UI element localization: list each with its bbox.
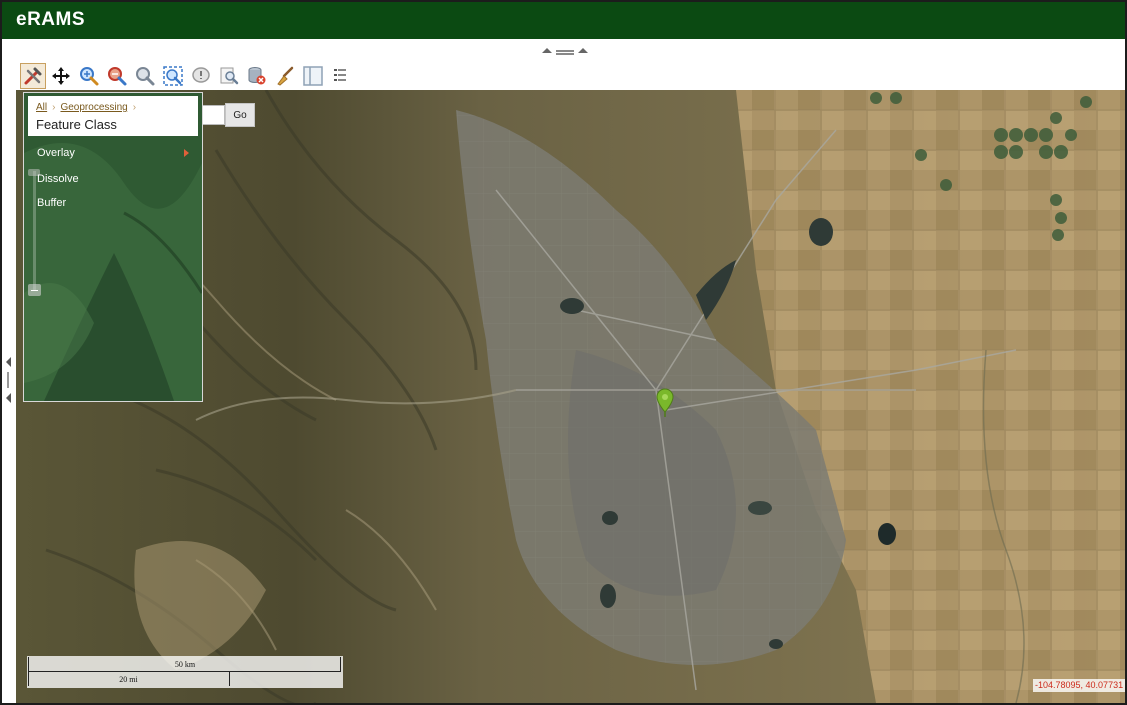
clear-database-icon	[248, 67, 266, 85]
zoom-out-icon	[108, 67, 127, 86]
identify-icon	[192, 67, 210, 83]
zoom-in-button[interactable]	[76, 63, 102, 89]
menu-item-overlay[interactable]: Overlay	[37, 147, 75, 159]
zoom-slider-track[interactable]	[33, 171, 36, 291]
panel-background-image	[24, 93, 202, 401]
app-window: eRAMS Go All › Geoprocessing › Feature C…	[0, 0, 1127, 705]
tools-icon	[24, 67, 42, 85]
app-header: eRAMS	[2, 2, 1125, 39]
scale-mi-label: 20 mi	[119, 675, 138, 684]
geoprocessing-panel: All › Geoprocessing › Feature Class Overlay…	[23, 92, 203, 402]
app-title: eRAMS	[16, 9, 86, 30]
panel-title: Feature Class	[36, 117, 117, 132]
zoom-previous-icon	[136, 67, 155, 86]
search-input[interactable]	[200, 105, 225, 125]
search-layer-button[interactable]	[216, 63, 242, 89]
breadcrumb-separator-icon: ›	[132, 102, 137, 113]
pan-icon	[52, 67, 70, 85]
collapse-up-icon	[578, 48, 588, 53]
breadcrumb-all-link[interactable]: All	[36, 102, 47, 113]
zoom-in-icon	[80, 67, 99, 86]
zoom-out-slider-button[interactable]	[28, 284, 41, 296]
breadcrumb-geoprocessing-link[interactable]: Geoprocessing	[60, 102, 127, 113]
map-toolbar	[20, 62, 356, 90]
scale-bar: 50 km 20 mi	[27, 656, 343, 688]
identify-button[interactable]	[188, 63, 214, 89]
map-marker-icon[interactable]	[656, 388, 674, 418]
legend-button[interactable]	[328, 63, 354, 89]
collapse-left-icon	[6, 357, 11, 367]
breadcrumb-separator-icon: ›	[52, 102, 56, 113]
clear-graphics-icon	[277, 66, 294, 86]
legend-icon	[334, 69, 346, 81]
collapse-left-handle[interactable]	[5, 357, 13, 405]
zoom-extent-button[interactable]	[160, 63, 186, 89]
submenu-arrow-icon	[184, 149, 189, 157]
zoom-extent-icon	[163, 66, 183, 86]
panel-header: All › Geoprocessing › Feature Class	[28, 96, 198, 136]
clear-graphics-button[interactable]	[272, 63, 298, 89]
tools-button[interactable]	[20, 63, 46, 89]
panel-icon	[303, 66, 323, 86]
minus-icon	[31, 289, 38, 291]
go-button[interactable]: Go	[225, 103, 255, 127]
search-layer-icon	[220, 67, 239, 85]
collapse-left-icon	[6, 393, 11, 403]
panel-toggle-button[interactable]	[300, 63, 326, 89]
zoom-out-button[interactable]	[104, 63, 130, 89]
cursor-coordinates: -104.78095, 40.07731	[1033, 679, 1125, 692]
pan-button[interactable]	[48, 63, 74, 89]
zoom-previous-button[interactable]	[132, 63, 158, 89]
breadcrumb: All › Geoprocessing ›	[36, 102, 141, 113]
collapse-up-icon	[542, 48, 552, 53]
collapse-header-handle[interactable]	[542, 47, 588, 57]
scale-km-label: 50 km	[174, 660, 196, 669]
menu-item-dissolve[interactable]: Dissolve	[37, 173, 79, 185]
menu-item-buffer[interactable]: Buffer	[37, 197, 66, 209]
clear-database-button[interactable]	[244, 63, 270, 89]
